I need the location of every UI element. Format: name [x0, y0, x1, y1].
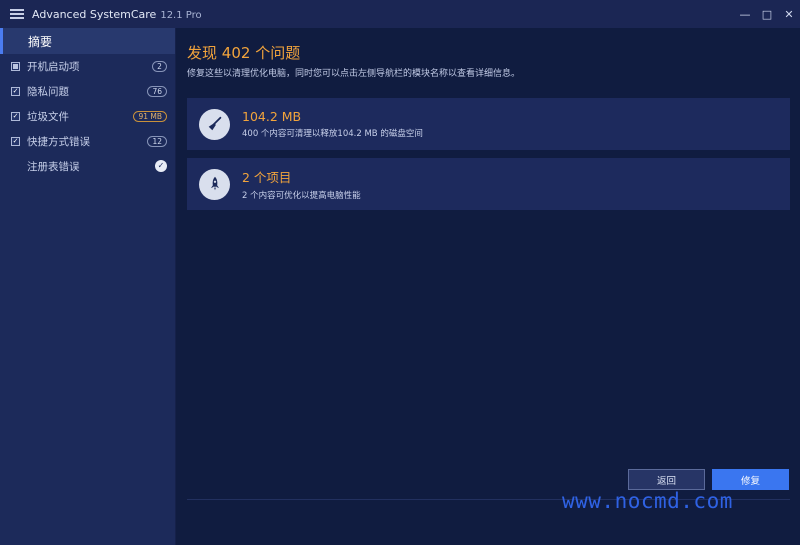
optimize-card[interactable]: 2 个项目 2 个内容可优化以提高电脑性能: [187, 158, 790, 210]
shortcut-errors-checkbox[interactable]: ✓: [11, 137, 20, 146]
rocket-icon: [199, 168, 230, 200]
sidebar-item-registry-errors[interactable]: 注册表错误 ✓: [0, 154, 175, 179]
page-subtitle: 修复这些以清理优化电脑，同时您可以点击左侧导航栏的模块名称以查看详细信息。: [187, 69, 521, 79]
privacy-checkbox[interactable]: ✓: [11, 87, 20, 96]
count-badge: 2: [152, 61, 167, 72]
count-badge: 76: [147, 86, 167, 97]
app-title: Advanced SystemCare 12.1 Pro: [32, 8, 202, 21]
sidebar-item-shortcut-errors[interactable]: ✓ 快捷方式错误 12: [0, 129, 175, 154]
size-badge: 91 MB: [133, 111, 167, 122]
count-badge: 12: [147, 136, 167, 147]
sidebar-item-summary[interactable]: 摘要: [0, 28, 175, 54]
minimize-button[interactable]: —: [734, 0, 756, 28]
app-version: 12.1 Pro: [160, 9, 202, 21]
card-description: 2 个内容可优化以提高电脑性能: [242, 191, 361, 201]
hamburger-menu-icon[interactable]: [10, 9, 24, 19]
title-bar: Advanced SystemCare 12.1 Pro — □ ✕: [0, 0, 800, 28]
card-title: 2 个项目: [242, 170, 292, 185]
main-panel: 发现 402 个问题 修复这些以清理优化电脑，同时您可以点击左侧导航栏的模块名称…: [177, 28, 800, 545]
issue-count: 402: [221, 44, 251, 62]
app-name: Advanced SystemCare: [32, 7, 157, 21]
sidebar: 摘要 开机启动项 2 ✓ 隐私问题 76 ✓ 垃圾文件 91 MB ✓ 快捷方式…: [0, 28, 176, 545]
sidebar-item-label: 注册表错误: [27, 161, 80, 173]
maximize-button[interactable]: □: [756, 0, 778, 28]
sidebar-item-privacy[interactable]: ✓ 隐私问题 76: [0, 79, 175, 104]
junk-cleanup-card[interactable]: 104.2 MB 400 个内容可清理以释放104.2 MB 的磁盘空间: [187, 98, 790, 150]
check-circle-icon: ✓: [155, 160, 167, 172]
card-title: 104.2 MB: [242, 109, 302, 124]
fix-button[interactable]: 修复: [712, 469, 789, 490]
broom-icon: [199, 108, 230, 140]
headline-suffix: 个问题: [255, 44, 301, 62]
headline-prefix: 发现: [187, 44, 218, 62]
watermark: www.nocmd.com: [562, 489, 733, 513]
window-controls: — □ ✕: [734, 0, 800, 28]
sidebar-item-startup[interactable]: 开机启动项 2: [0, 54, 175, 79]
startup-checkbox[interactable]: [11, 62, 20, 71]
sidebar-item-junk-files[interactable]: ✓ 垃圾文件 91 MB: [0, 104, 175, 129]
page-title: 发现 402 个问题: [187, 42, 300, 63]
junk-files-checkbox[interactable]: ✓: [11, 112, 20, 121]
back-button[interactable]: 返回: [628, 469, 705, 490]
sidebar-item-summary-label: 摘要: [28, 34, 53, 49]
card-description: 400 个内容可清理以释放104.2 MB 的磁盘空间: [242, 129, 423, 139]
close-button[interactable]: ✕: [778, 0, 800, 28]
